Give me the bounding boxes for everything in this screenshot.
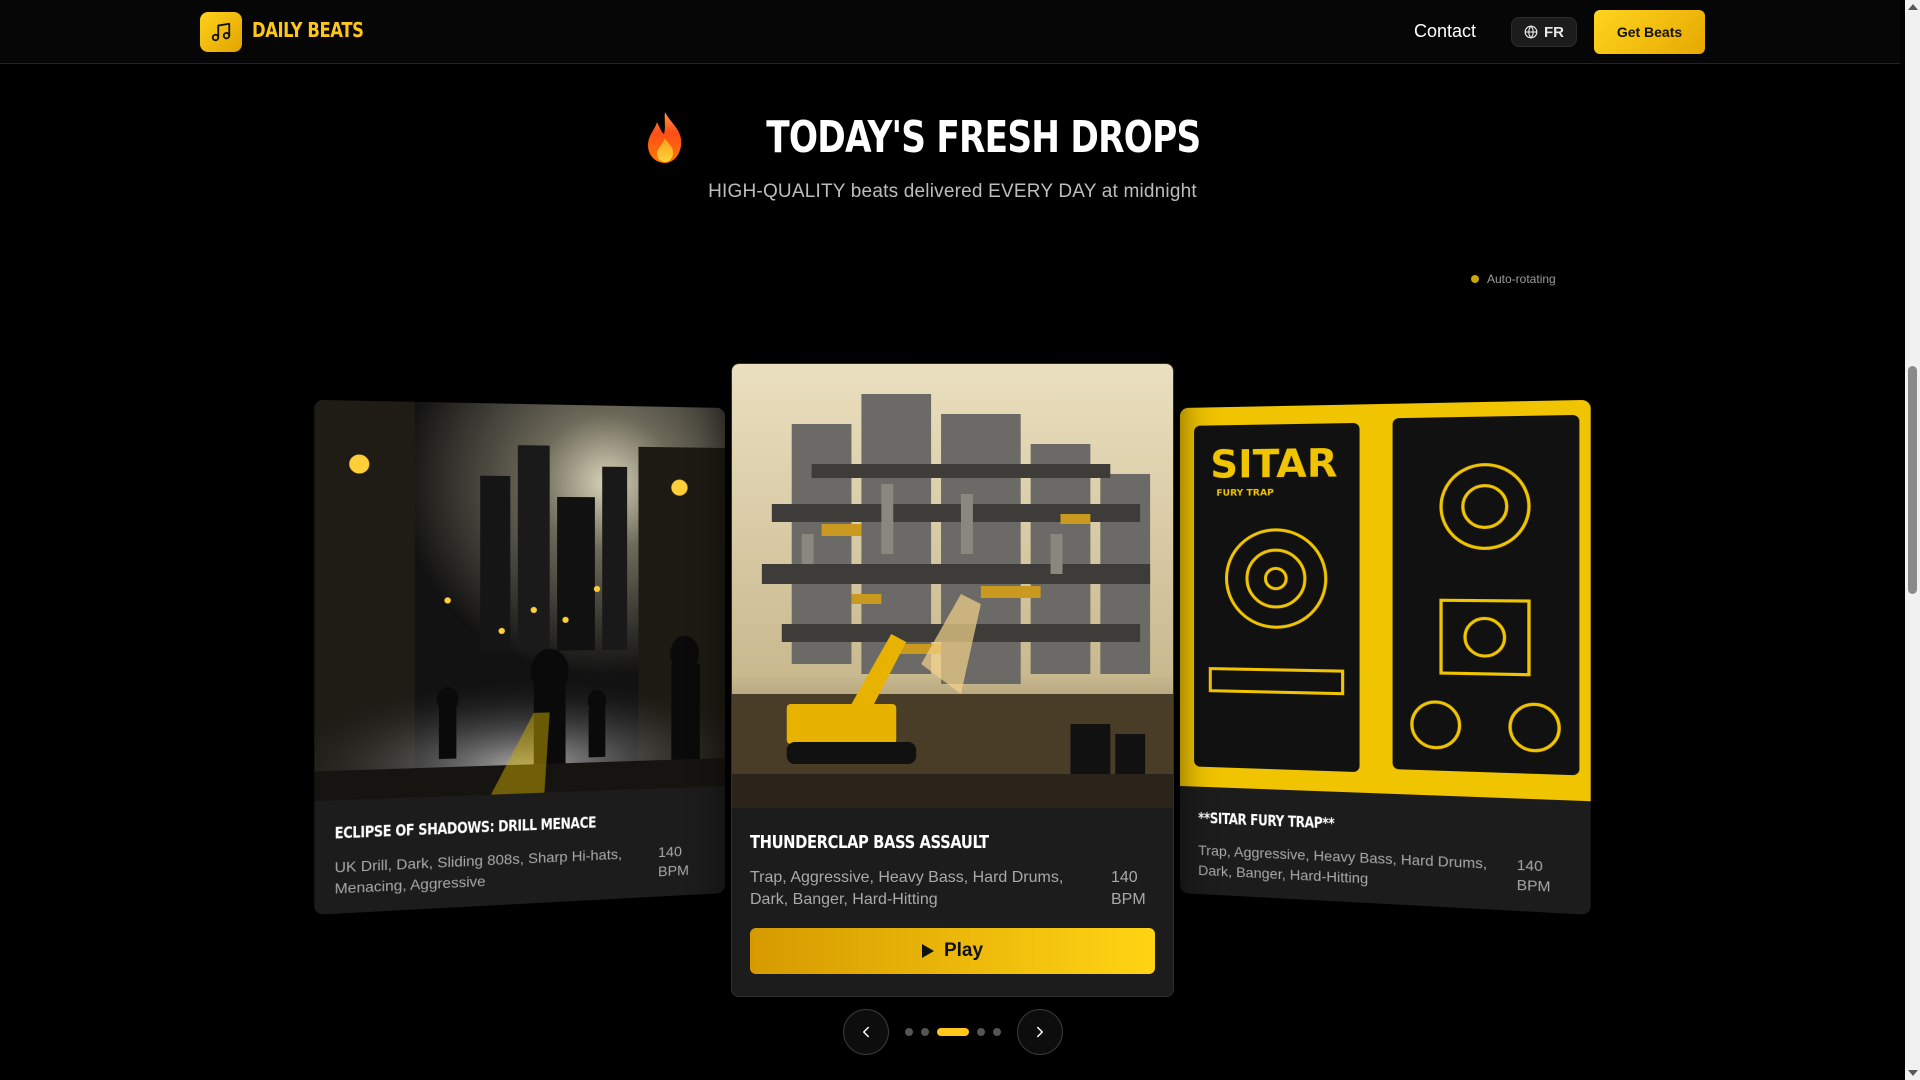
beat-title: ECLIPSE OF SHADOWS: DRILL MENACE bbox=[334, 813, 597, 843]
beat-bpm: 140 BPM bbox=[658, 842, 689, 880]
carousel-next-button[interactable] bbox=[1017, 1009, 1063, 1055]
beat-tags: Trap, Aggressive, Heavy Bass, Hard Drums… bbox=[1198, 841, 1488, 887]
cover-art-sitar: SITAR FURY TRAP bbox=[1180, 399, 1591, 802]
scroll-thumb[interactable] bbox=[1908, 366, 1917, 594]
carousel-dot[interactable] bbox=[993, 1028, 1001, 1036]
page-scrollbar[interactable] bbox=[1905, 0, 1920, 1080]
scroll-up-arrow-icon[interactable] bbox=[1908, 4, 1918, 10]
beat-card-sitar[interactable]: SITAR FURY TRAP **SITAR FURY TRAP** Trap… bbox=[1180, 399, 1591, 915]
carousel-prev-button[interactable] bbox=[843, 1009, 889, 1055]
beat-tags: UK Drill, Dark, Sliding 808s, Sharp Hi-h… bbox=[334, 845, 623, 897]
play-icon bbox=[921, 943, 934, 958]
scroll-down-arrow-icon[interactable] bbox=[1908, 1070, 1918, 1076]
beat-carousel: ECLIPSE OF SHADOWS: DRILL MENACE UK Dril… bbox=[0, 0, 1905, 1080]
cover-art-title: SITAR bbox=[1210, 440, 1337, 487]
beat-title: THUNDERCLAP BASS ASSAULT bbox=[750, 832, 989, 853]
play-button[interactable]: Play bbox=[750, 927, 1155, 974]
carousel-dot[interactable] bbox=[977, 1028, 985, 1036]
cover-art-construction bbox=[732, 364, 1173, 808]
beat-bpm: 140 BPM bbox=[1111, 869, 1146, 908]
carousel-pagination bbox=[905, 1028, 1001, 1036]
carousel-dot[interactable] bbox=[905, 1028, 913, 1036]
cover-art-subtitle: FURY TRAP bbox=[1216, 488, 1274, 499]
beat-bpm: 140 BPM bbox=[1516, 856, 1551, 895]
beat-card-eclipse[interactable]: ECLIPSE OF SHADOWS: DRILL MENACE UK Dril… bbox=[314, 399, 725, 915]
cover-art-dark-street bbox=[314, 399, 725, 802]
carousel-dot[interactable] bbox=[937, 1028, 969, 1036]
beat-title: **SITAR FURY TRAP** bbox=[1198, 808, 1335, 833]
carousel-dot[interactable] bbox=[921, 1028, 929, 1036]
chevron-left-icon bbox=[863, 1026, 869, 1038]
play-label: Play bbox=[943, 939, 984, 961]
beat-tags: Trap, Aggressive, Heavy Bass, Hard Drums… bbox=[750, 869, 1064, 909]
chevron-right-icon bbox=[1037, 1026, 1043, 1038]
beat-card-thunderclap[interactable]: THUNDERCLAP BASS ASSAULT Trap, Aggressiv… bbox=[731, 363, 1174, 997]
